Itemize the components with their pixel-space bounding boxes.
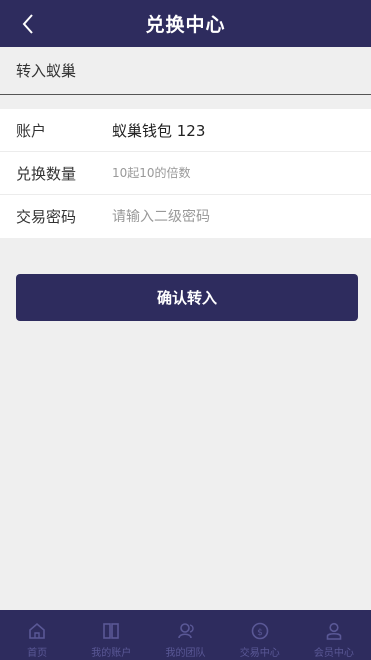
tab-trade-center[interactable]: $ 交易中心 [223, 610, 297, 660]
account-value: 蚁巢钱包 123 [112, 121, 206, 140]
tab-my-team[interactable]: 我的团队 [148, 610, 222, 660]
account-row: 账户 蚁巢钱包 123 [0, 109, 371, 152]
chevron-left-icon [22, 13, 33, 34]
svg-text:$: $ [257, 628, 263, 638]
back-button[interactable] [10, 0, 46, 47]
tab-my-account[interactable]: 我的账户 [74, 610, 148, 660]
password-label: 交易密码 [16, 208, 77, 226]
tab-label: 我的账户 [91, 648, 132, 659]
tab-label: 交易中心 [239, 648, 280, 659]
amount-row: 兑换数量 [0, 152, 371, 195]
user-icon [323, 620, 345, 642]
page-title: 兑换中心 [145, 14, 226, 36]
home-icon [26, 620, 48, 642]
bottom-tab-bar: 首页 我的账户 我的团队 $ 交易中心 会员中心 [0, 610, 371, 660]
book-icon [100, 620, 122, 642]
coin-icon: $ [249, 620, 271, 642]
tab-label: 我的团队 [165, 648, 206, 659]
amount-label: 兑换数量 [16, 164, 77, 183]
tab-home[interactable]: 首页 [0, 610, 74, 660]
transfer-form: 账户 蚁巢钱包 123 兑换数量 交易密码 [0, 109, 371, 238]
password-row: 交易密码 [0, 195, 371, 238]
confirm-transfer-button[interactable]: 确认转入 [16, 274, 358, 321]
tab-label: 首页 [27, 648, 48, 659]
tab-label: 会员中心 [313, 648, 354, 659]
tab-member-center[interactable]: 会员中心 [297, 610, 371, 660]
amount-input[interactable] [112, 165, 332, 181]
account-label: 账户 [16, 121, 47, 140]
section-title: 转入蚁巢 [0, 47, 371, 95]
header-bar: 兑换中心 [0, 0, 371, 47]
team-icon [175, 620, 197, 642]
password-input[interactable] [112, 208, 332, 225]
